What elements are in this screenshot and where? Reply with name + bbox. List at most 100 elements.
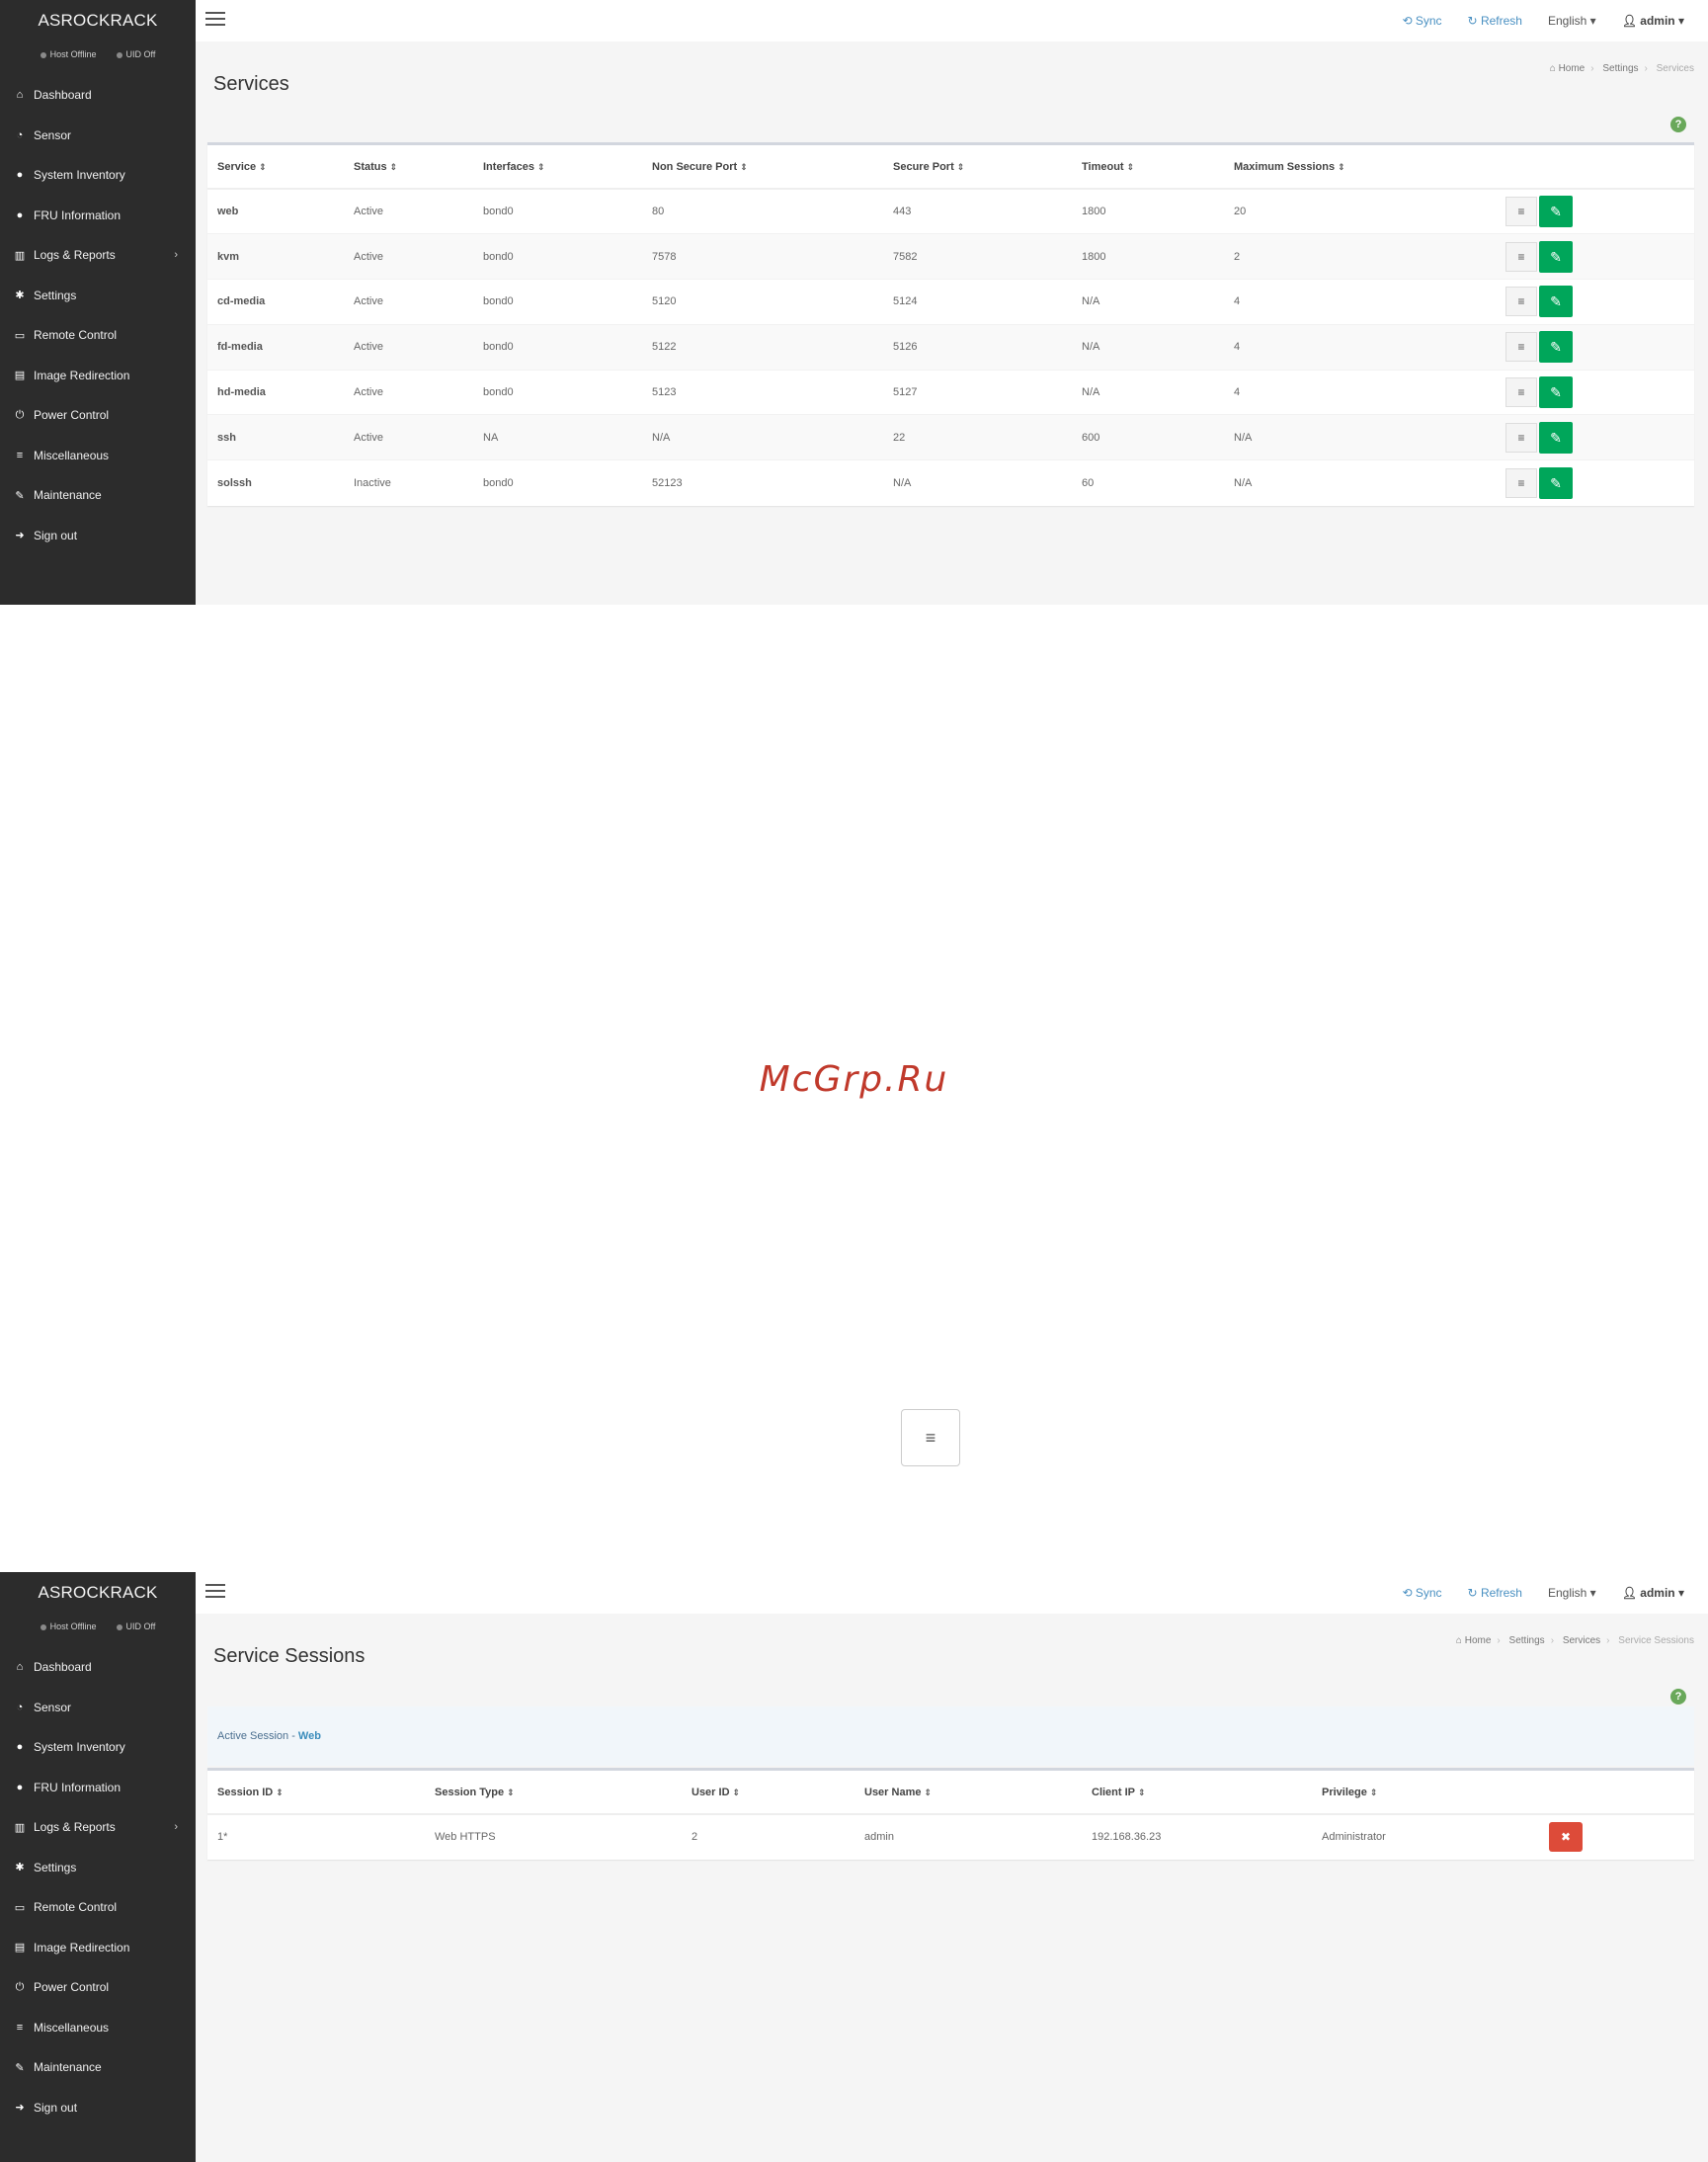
sync-button[interactable]: ⟲ Sync [1402,1586,1441,1600]
sidebar-item-miscellaneous[interactable]: ≡ Miscellaneous [0,436,196,476]
column-header-service[interactable]: Service ⇕ [207,145,344,190]
sync-button[interactable]: ⟲ Sync [1402,14,1441,28]
sidebar-item-sensor[interactable]: ◔ Sensor [0,1688,196,1728]
table-cell: N/A [1072,323,1224,371]
sidebar-item-sensor[interactable]: ◔ Sensor [0,116,196,156]
active-session-info: Active Session - Web [207,1706,1694,1766]
table-cell: 1* [207,1813,425,1860]
view-sessions-button[interactable]: ≡ [1505,377,1537,408]
table-cell: solssh [207,459,344,506]
menu-list-button[interactable]: ≡ [901,1409,960,1466]
edit-button[interactable]: ✎ [1539,240,1573,273]
edit-button[interactable]: ✎ [1539,331,1573,364]
home-icon: ⌂ [1549,63,1556,74]
sidebar-item-power-control[interactable]: ⏻ Power Control [0,395,196,436]
sidebar-item-power-control[interactable]: ⏻ Power Control [0,1967,196,2008]
table-cell: N/A [1072,279,1224,325]
caret-down-icon: ▾ [1677,1586,1684,1600]
edit-button[interactable]: ✎ [1539,466,1573,499]
sidebar-item-image-redirection[interactable]: ▤ Image Redirection [0,1928,196,1968]
services-table-body: web Active bond0 80 443 1800 20 ≡ ✎ kvm Active bond… [207,188,1694,506]
breadcrumb-settings[interactable]: Settings [1602,63,1638,74]
sidebar-item-fru-information[interactable]: ● FRU Information [0,1768,196,1808]
gear-icon: ✱ [15,290,25,302]
column-header-secure-port[interactable]: Secure Port ⇕ [883,145,1072,190]
sidebar-item-maintenance[interactable]: ✎ Maintenance [0,2047,196,2088]
help-icon[interactable]: ? [1670,1689,1686,1705]
help-icon[interactable]: ? [1670,117,1686,132]
edit-button[interactable]: ✎ [1539,196,1573,228]
view-sessions-button[interactable]: ≡ [1505,241,1537,272]
table-row: solssh Inactive bond0 52123 N/A 60 N/A ≡ ✎ [207,459,1694,506]
refresh-icon: ↻ [1467,1586,1478,1600]
sidebar-item-system-inventory[interactable]: ● System Inventory [0,155,196,196]
table-row: ssh Active NA N/A 22 600 N/A ≡ ✎ [207,414,1694,460]
user-menu[interactable]: 👤︎ admin ▾ [1622,14,1684,28]
sidebar-item-maintenance[interactable]: ✎ Maintenance [0,475,196,516]
column-header-session-type[interactable]: Session Type ⇕ [425,1771,682,1815]
column-header-non-secure-port[interactable]: Non Secure Port ⇕ [642,145,883,190]
table-row: kvm Active bond0 7578 7582 1800 2 ≡ ✎ [207,233,1694,280]
gear-icon: ✱ [15,1862,25,1874]
sidebar-item-logs-reports[interactable]: ▥ Logs & Reports › [0,235,196,276]
user-menu[interactable]: 👤︎ admin ▾ [1622,1586,1684,1600]
sort-icon: ⇕ [1138,1787,1146,1797]
column-header-user-id[interactable]: User ID ⇕ [682,1771,854,1815]
status-row: Host Offline UID Off [0,1614,196,1639]
sidebar-item-sign-out[interactable]: ➜ Sign out [0,2088,196,2128]
menu-toggle-icon[interactable] [205,12,225,28]
view-sessions-button[interactable]: ≡ [1505,287,1537,317]
language-dropdown[interactable]: English ▾ [1548,14,1596,28]
sidebar-item-dashboard[interactable]: ⌂ Dashboard [0,1647,196,1688]
table-cell: 5122 [642,323,883,371]
menu-toggle-icon[interactable] [205,1584,225,1600]
view-sessions-button[interactable]: ≡ [1505,467,1537,498]
sidebar-item-image-redirection[interactable]: ▤ Image Redirection [0,356,196,396]
sidebar-item-settings[interactable]: ✱ Settings [0,1848,196,1888]
row-actions: ≡ ✎ [1496,188,1694,234]
table-header-row: Session ID ⇕ Session Type ⇕ User ID ⇕ User … [207,1771,1694,1815]
pencil-icon: ✎ [1550,474,1562,491]
edit-button[interactable]: ✎ [1539,376,1573,409]
column-header-session-id[interactable]: Session ID ⇕ [207,1771,425,1815]
power-icon: ⏻ [15,408,25,421]
pencil-icon: ✎ [1550,204,1562,220]
sidebar-item-remote-control[interactable]: ▭ Remote Control [0,1887,196,1928]
sidebar-item-dashboard[interactable]: ⌂ Dashboard [0,75,196,116]
wrench-icon: ✎ [15,489,25,502]
sidebar-item-logs-reports[interactable]: ▥ Logs & Reports › [0,1807,196,1848]
language-dropdown[interactable]: English ▾ [1548,1586,1596,1600]
view-sessions-button[interactable]: ≡ [1505,422,1537,453]
edit-button[interactable]: ✎ [1539,421,1573,454]
sidebar-item-fru-information[interactable]: ● FRU Information [0,196,196,236]
pencil-icon: ✎ [1550,339,1562,356]
column-header-user-name[interactable]: User Name ⇕ [854,1771,1082,1815]
table-cell: bond0 [473,188,642,234]
table-cell: 7582 [883,233,1072,280]
column-header-client-ip[interactable]: Client IP ⇕ [1082,1771,1312,1815]
sidebar-item-sign-out[interactable]: ➜ Sign out [0,516,196,556]
table-cell: 2 [1224,233,1496,280]
column-header-interfaces[interactable]: Interfaces ⇕ [473,145,642,190]
edit-button[interactable]: ✎ [1539,286,1573,318]
table-cell: 5123 [642,369,883,415]
column-header-privilege[interactable]: Privilege ⇕ [1312,1771,1539,1815]
terminate-session-button[interactable]: ✖ [1549,1822,1583,1853]
service-sessions-screen: ASROCKRACK Host Offline UID Off ⌂ Dashboa… [0,1572,1708,2162]
refresh-button[interactable]: ↻ Refresh [1468,14,1522,28]
refresh-icon: ↻ [1467,14,1478,28]
refresh-button[interactable]: ↻ Refresh [1468,1586,1522,1600]
breadcrumb-home[interactable]: Home [1465,1635,1492,1646]
sidebar-item-miscellaneous[interactable]: ≡ Miscellaneous [0,2008,196,2048]
view-sessions-button[interactable]: ≡ [1505,197,1537,227]
view-sessions-button[interactable]: ≡ [1505,332,1537,363]
sidebar-item-settings[interactable]: ✱ Settings [0,276,196,316]
column-header-maximum-sessions[interactable]: Maximum Sessions ⇕ [1224,145,1496,190]
column-header-timeout[interactable]: Timeout ⇕ [1072,145,1224,190]
breadcrumb-services[interactable]: Services [1563,1635,1600,1646]
breadcrumb-home[interactable]: Home [1559,63,1586,74]
column-header-status[interactable]: Status ⇕ [344,145,473,190]
breadcrumb-settings[interactable]: Settings [1509,1635,1545,1646]
sidebar-item-remote-control[interactable]: ▭ Remote Control [0,315,196,356]
sidebar-item-system-inventory[interactable]: ● System Inventory [0,1727,196,1768]
